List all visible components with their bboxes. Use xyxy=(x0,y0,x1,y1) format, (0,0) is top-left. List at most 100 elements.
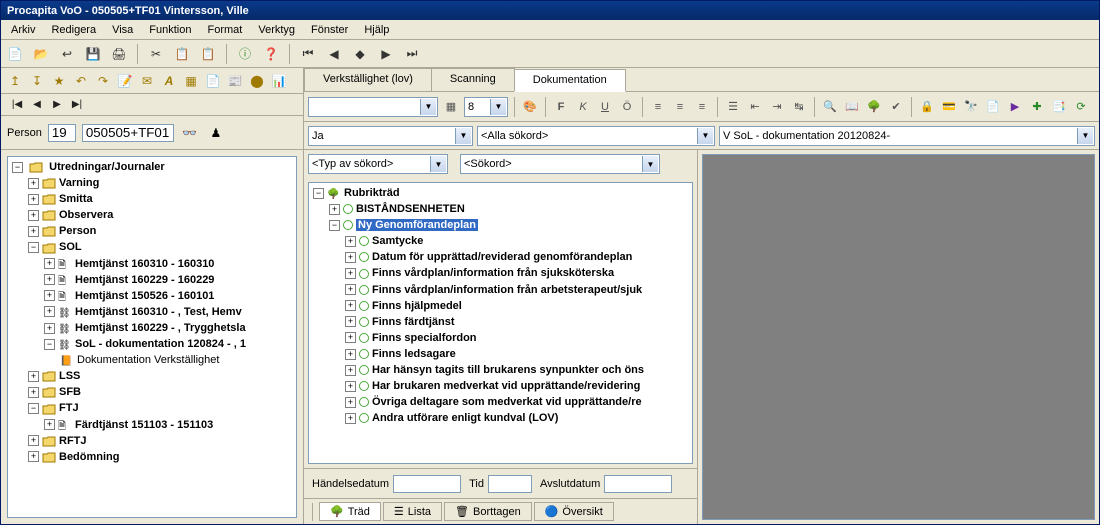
field-ja[interactable]: Ja▼ xyxy=(308,126,473,146)
tree-toggle[interactable]: + xyxy=(28,435,39,446)
open-icon[interactable]: 📂 xyxy=(31,44,51,64)
menu-format[interactable]: Format xyxy=(200,22,251,38)
mail-icon[interactable]: ✉ xyxy=(137,71,157,91)
doc-icon[interactable]: 📄 xyxy=(203,71,223,91)
rubrik-item[interactable]: Övriga deltagare som medverkat vid upprä… xyxy=(372,396,642,408)
tree-toggle[interactable]: + xyxy=(345,381,356,392)
person-id-input[interactable] xyxy=(82,124,174,142)
node-fardtjanst[interactable]: Färdtjänst 151103 - 151103 xyxy=(75,419,213,431)
play-icon[interactable]: ▶ xyxy=(1006,98,1024,116)
nav-prev[interactable]: ◀ xyxy=(29,97,45,113)
rubrik-item[interactable]: Finns färdtjänst xyxy=(372,316,455,328)
palette-icon[interactable]: 🎨 xyxy=(521,98,539,116)
tree-toggle[interactable]: + xyxy=(44,258,55,269)
sokord-select[interactable]: <Sökord>▼ xyxy=(460,154,660,174)
tab-scanning[interactable]: Scanning xyxy=(431,68,515,91)
node-dok-verk[interactable]: Dokumentation Verkställighet xyxy=(77,354,219,366)
tree-toggle[interactable]: + xyxy=(345,252,356,263)
tree-toggle[interactable]: + xyxy=(345,397,356,408)
chart-icon[interactable]: 📊 xyxy=(269,71,289,91)
underline-icon[interactable]: U xyxy=(596,98,614,116)
record-icon[interactable]: ⬤ xyxy=(247,71,267,91)
person-icon[interactable]: ♟ xyxy=(206,123,226,143)
redo-icon[interactable]: ↷ xyxy=(93,71,113,91)
tree-toggle[interactable]: − xyxy=(28,403,39,414)
lock-icon[interactable]: 🔒 xyxy=(918,98,936,116)
glasses-icon[interactable]: 👓 xyxy=(180,123,200,143)
print-icon[interactable]: 🖨 xyxy=(109,44,129,64)
grid-icon[interactable]: ▦ xyxy=(442,98,460,116)
rubrik-item[interactable]: Datum för upprättad/reviderad genomföran… xyxy=(372,251,632,263)
rubrik-item[interactable]: Samtycke xyxy=(372,235,423,247)
menu-hjalp[interactable]: Hjälp xyxy=(356,22,397,38)
cut-icon[interactable]: ✂ xyxy=(146,44,166,64)
tree-toggle[interactable]: − xyxy=(329,220,340,231)
node-observera[interactable]: Observera xyxy=(59,209,113,221)
nav-next[interactable]: ▶ xyxy=(49,97,65,113)
nav-last-icon[interactable]: ⏭ xyxy=(402,44,422,64)
align-right-icon[interactable]: ≡ xyxy=(693,98,711,116)
btab-trad[interactable]: 🌳Träd xyxy=(319,502,381,521)
field-doc[interactable]: V SoL - dokumentation 20120824-▼ xyxy=(719,126,1095,146)
tree-toggle[interactable]: + xyxy=(28,451,39,462)
tree-toggle[interactable]: + xyxy=(28,387,39,398)
undo-icon[interactable]: ↶ xyxy=(71,71,91,91)
tree-toggle[interactable]: + xyxy=(28,226,39,237)
input-avslutdatum[interactable] xyxy=(604,475,672,493)
tree-toggle[interactable]: − xyxy=(12,162,23,173)
rubrik-item[interactable]: Andra utförare enligt kundval (LOV) xyxy=(372,412,558,424)
tree-icon[interactable]: 🌳 xyxy=(865,98,883,116)
italic-icon[interactable]: K xyxy=(574,98,592,116)
star-icon[interactable]: ★ xyxy=(49,71,69,91)
tree-toggle[interactable]: + xyxy=(345,300,356,311)
menu-verktyg[interactable]: Verktyg xyxy=(250,22,303,38)
book-icon[interactable]: 📖 xyxy=(843,98,861,116)
note-icon[interactable]: 📝 xyxy=(115,71,135,91)
person-num-input[interactable] xyxy=(48,124,76,142)
rubrik-item[interactable]: Finns specialfordon xyxy=(372,332,477,344)
rubrik-tree[interactable]: −🌳Rubrikträd +BISTÅNDSENHETEN −Ny Genomf… xyxy=(309,183,692,428)
doc2-icon[interactable]: 📄 xyxy=(984,98,1002,116)
help-icon[interactable]: ❓ xyxy=(261,44,281,64)
card-icon[interactable]: 💳 xyxy=(940,98,958,116)
font-select[interactable]: ▼ xyxy=(308,97,438,117)
menu-visa[interactable]: Visa xyxy=(104,22,141,38)
rubrik-item[interactable]: Finns ledsagare xyxy=(372,348,456,360)
tree-toggle[interactable]: − xyxy=(313,188,324,199)
tree-toggle[interactable]: + xyxy=(44,290,55,301)
node-smitta[interactable]: Smitta xyxy=(59,193,93,205)
tree-toggle[interactable]: + xyxy=(28,371,39,382)
node-hemtjanst5[interactable]: Hemtjänst 160229 - , Trygghetsla xyxy=(75,322,246,334)
tree-toggle[interactable]: + xyxy=(345,332,356,343)
nav-first[interactable]: |◀ xyxy=(9,97,25,113)
bino-icon[interactable]: 🔭 xyxy=(962,98,980,116)
strike-icon[interactable]: Ö xyxy=(618,98,636,116)
copy2-icon[interactable]: 📑 xyxy=(1050,98,1068,116)
up-icon[interactable]: ↥ xyxy=(5,71,25,91)
tab-icon[interactable]: ↹ xyxy=(790,98,808,116)
list-icon[interactable]: ☰ xyxy=(724,98,742,116)
grid-icon[interactable]: ▦ xyxy=(181,71,201,91)
new-icon[interactable]: 📄 xyxy=(5,44,25,64)
typ-sokord-select[interactable]: <Typ av sökord>▼ xyxy=(308,154,448,174)
tree-toggle[interactable]: + xyxy=(44,323,55,334)
tree-toggle[interactable]: + xyxy=(28,210,39,221)
node-varning[interactable]: Varning xyxy=(59,177,99,189)
nav-stop-icon[interactable]: ◆ xyxy=(350,44,370,64)
tab-verkstallighet[interactable]: Verkställighet (lov) xyxy=(304,68,432,91)
btab-lista[interactable]: ☰Lista xyxy=(383,502,442,521)
node-person[interactable]: Person xyxy=(59,225,96,237)
copy-icon[interactable]: 📋 xyxy=(172,44,192,64)
outdent-icon[interactable]: ⇤ xyxy=(746,98,764,116)
font-size-select[interactable]: 8▼ xyxy=(464,97,508,117)
left-tree[interactable]: − Utredningar/Journaler + Varning + Smitta… xyxy=(8,157,296,467)
rubrik-item[interactable]: Finns hjälpmedel xyxy=(372,300,462,312)
node-rftj[interactable]: RFTJ xyxy=(59,435,87,447)
node-hemtjanst4[interactable]: Hemtjänst 160310 - , Test, Hemv xyxy=(75,306,242,318)
menu-arkiv[interactable]: Arkiv xyxy=(3,22,43,38)
tree-toggle[interactable]: + xyxy=(345,316,356,327)
nav-first-icon[interactable]: ⏮ xyxy=(298,44,318,64)
tree-root[interactable]: Utredningar/Journaler xyxy=(49,161,165,173)
indent-icon[interactable]: ⇥ xyxy=(768,98,786,116)
node-hemtjanst1[interactable]: Hemtjänst 160310 - 160310 xyxy=(75,258,214,270)
